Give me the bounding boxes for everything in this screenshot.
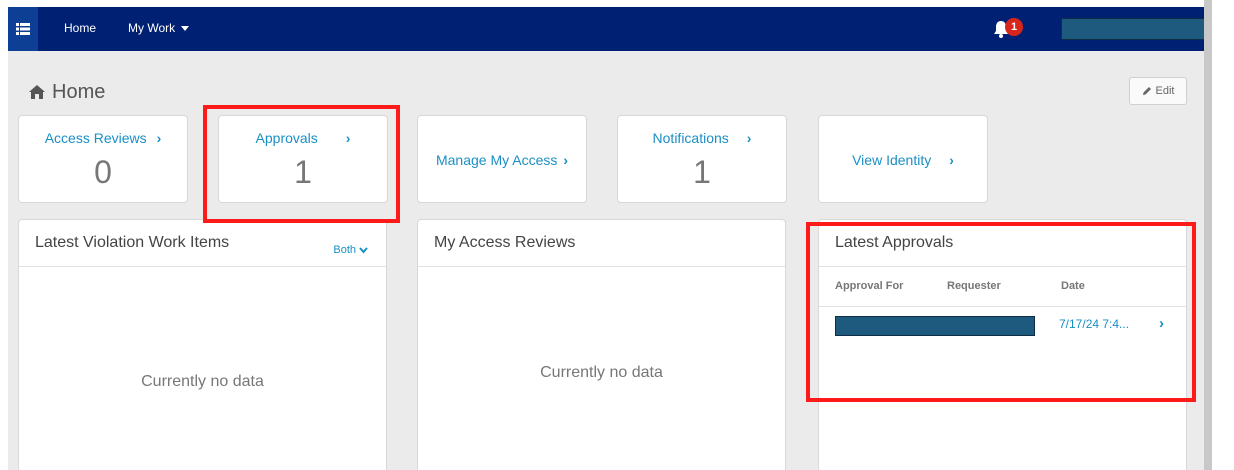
nav-home-link[interactable]: Home — [64, 21, 96, 35]
table-row[interactable]: 7/17/24 7:4... › — [819, 307, 1186, 343]
panel-header: My Access Reviews — [418, 220, 785, 267]
page-scrollbar[interactable] — [1204, 0, 1212, 470]
notification-count-badge: 1 — [1005, 18, 1023, 36]
list-menu-icon — [16, 23, 30, 35]
chevron-right-icon: › — [1159, 315, 1164, 332]
filter-both-dropdown[interactable]: Both — [333, 244, 368, 256]
tile-view-identity[interactable]: View Identity › — [818, 115, 988, 203]
home-icon — [29, 85, 45, 99]
tile-approvals-count: 1 — [294, 154, 312, 190]
tile-notifications-count: 1 — [693, 154, 711, 190]
user-menu-redacted[interactable] — [1061, 18, 1206, 40]
filter-both-label: Both — [333, 244, 356, 256]
tile-manage-my-access-label: Manage My Access — [435, 152, 558, 168]
page-title: Home — [52, 80, 106, 103]
empty-state-text: Currently no data — [540, 364, 663, 381]
column-header-requester: Requester — [947, 280, 1001, 292]
panel-my-access-reviews: My Access Reviews Currently no data — [417, 219, 786, 470]
column-header-approval-for: Approval For — [835, 280, 904, 292]
nav-mywork-label: My Work — [128, 21, 176, 35]
top-nav: Home My Work 1 — [8, 7, 1206, 51]
column-header-date: Date — [1061, 280, 1085, 292]
tile-access-reviews[interactable]: Access Reviews › 0 — [18, 115, 188, 203]
tile-manage-my-access-header: Manage My Access › — [418, 152, 586, 168]
tile-access-reviews-header: Access Reviews › — [19, 130, 187, 146]
tile-manage-my-access[interactable]: Manage My Access › — [417, 115, 587, 203]
panel-title: My Access Reviews — [434, 234, 576, 251]
app-window: Home My Work 1 Home Edit Access Reviews › — [8, 7, 1206, 470]
panel-title: Latest Violation Work Items — [35, 234, 230, 251]
approvals-table-header: Approval For Requester Date — [819, 266, 1186, 307]
tile-view-identity-label: View Identity — [852, 152, 932, 168]
chevron-right-icon: › — [345, 130, 351, 146]
chevron-right-icon: › — [746, 130, 752, 146]
menu-toggle-button[interactable] — [8, 7, 38, 51]
panel-title: Latest Approvals — [835, 234, 954, 251]
tile-approvals-header: Approvals › — [219, 130, 387, 146]
panel-latest-approvals: Latest Approvals Approval For Requester … — [818, 219, 1187, 470]
tile-notifications[interactable]: Notifications › 1 — [617, 115, 787, 203]
panel-header: Latest Violation Work Items Both — [19, 220, 386, 267]
empty-state-text: Currently no data — [141, 373, 264, 390]
page-heading: Home — [28, 79, 105, 105]
chevron-down-icon — [359, 246, 368, 254]
chevron-right-icon: › — [156, 130, 162, 146]
nav-mywork-dropdown[interactable]: My Work — [128, 21, 190, 35]
tile-view-identity-header: View Identity › — [819, 152, 987, 168]
tile-access-reviews-label: Access Reviews — [44, 130, 147, 146]
approval-for-redacted — [835, 316, 1035, 336]
tile-access-reviews-count: 0 — [94, 154, 112, 190]
panel-latest-violations: Latest Violation Work Items Both Current… — [18, 219, 387, 470]
tile-notifications-header: Notifications › — [618, 130, 786, 146]
approval-date: 7/17/24 7:4... — [1059, 317, 1130, 331]
chevron-right-icon: › — [563, 152, 569, 168]
edit-label: Edit — [1155, 85, 1175, 97]
edit-button[interactable]: Edit — [1129, 77, 1187, 105]
chevron-right-icon: › — [949, 152, 954, 168]
pencil-icon — [1142, 87, 1151, 95]
tile-approvals[interactable]: Approvals › 1 — [218, 115, 388, 203]
panel-header: Latest Approvals — [819, 220, 1186, 267]
tile-notifications-label: Notifications — [652, 130, 729, 146]
caret-down-icon — [181, 25, 190, 31]
tile-approvals-label: Approvals — [255, 130, 318, 146]
